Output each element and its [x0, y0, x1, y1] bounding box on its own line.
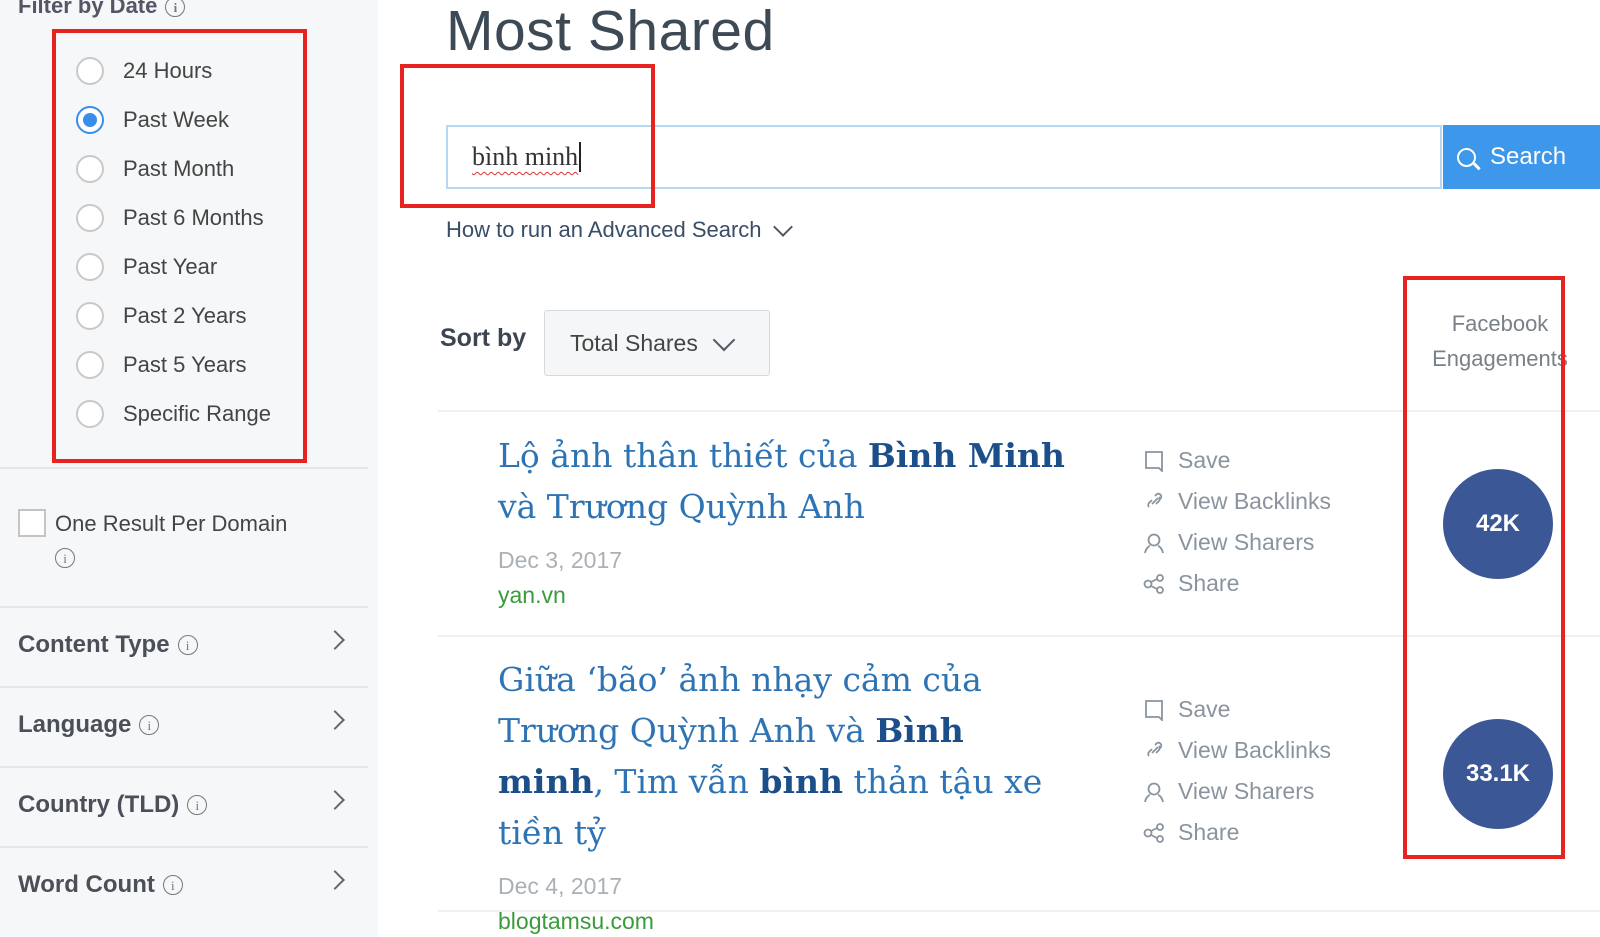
accordion-content-type[interactable]: Content Type i — [18, 625, 348, 665]
save-button[interactable]: Save — [1142, 440, 1331, 481]
divider — [438, 410, 1600, 412]
info-icon[interactable]: i — [139, 715, 160, 735]
result-actions: Save View Backlinks View Sharers Share — [1142, 689, 1331, 853]
date-option-past-month[interactable]: Past Month — [76, 144, 271, 193]
divider — [0, 686, 368, 688]
result-domain-link[interactable]: blogtamsu.com — [498, 908, 1078, 935]
user-icon — [1142, 780, 1166, 804]
divider — [438, 910, 1600, 912]
facebook-engagements-badge: 42K — [1443, 469, 1553, 579]
info-icon[interactable]: i — [187, 795, 208, 815]
chevron-down-icon — [772, 216, 793, 237]
radio-button[interactable] — [76, 252, 104, 281]
share-button[interactable]: Share — [1142, 812, 1331, 853]
result-item: Lộ ảnh thân thiết của Bình Minh và Trươn… — [498, 430, 1078, 609]
date-option-24-hours[interactable]: 24 Hours — [76, 46, 271, 95]
facebook-engagements-badge: 33.1K — [1443, 719, 1553, 829]
info-icon[interactable]: i — [162, 875, 183, 895]
date-option-past-5-years[interactable]: Past 5 Years — [76, 340, 271, 389]
view-backlinks-button[interactable]: View Backlinks — [1142, 481, 1331, 522]
divider — [438, 635, 1600, 637]
date-filter-options: 24 Hours Past Week Past Month Past 6 Mon… — [76, 46, 271, 438]
share-button[interactable]: Share — [1142, 563, 1331, 604]
radio-button-selected[interactable] — [76, 105, 104, 134]
radio-button[interactable] — [76, 399, 104, 428]
radio-button[interactable] — [76, 203, 104, 232]
result-title-link[interactable]: Lộ ảnh thân thiết của Bình Minh và Trươn… — [498, 430, 1078, 532]
sort-by-label: Sort by — [440, 324, 527, 352]
date-option-specific-range[interactable]: Specific Range — [76, 389, 271, 438]
search-button[interactable]: Search — [1443, 125, 1600, 189]
page-title: Most Shared — [446, 0, 775, 63]
facebook-engagements-header[interactable]: Facebook Engagements — [1420, 306, 1580, 376]
link-icon — [1142, 490, 1166, 514]
chevron-down-icon — [712, 328, 736, 351]
result-actions: Save View Backlinks View Sharers Share — [1142, 440, 1331, 604]
divider — [0, 467, 368, 469]
accordion-word-count[interactable]: Word Count i — [18, 865, 348, 905]
share-icon — [1142, 572, 1166, 596]
user-icon — [1142, 531, 1166, 555]
date-option-past-week[interactable]: Past Week — [76, 95, 271, 144]
one-result-per-domain[interactable]: One Result Per Domain i — [18, 509, 287, 573]
date-option-past-6-months[interactable]: Past 6 Months — [76, 193, 271, 242]
view-sharers-button[interactable]: View Sharers — [1142, 771, 1331, 812]
info-icon[interactable]: i — [165, 0, 186, 18]
sidebar: Filter by Date i 24 Hours Past Week Past … — [0, 0, 378, 937]
view-backlinks-button[interactable]: View Backlinks — [1142, 730, 1331, 771]
result-date: Dec 3, 2017 — [498, 547, 623, 573]
radio-button[interactable] — [76, 56, 104, 85]
result-domain-link[interactable]: yan.vn — [498, 582, 1078, 609]
link-icon — [1142, 739, 1166, 763]
search-icon — [1457, 147, 1476, 167]
search-input[interactable]: bình minh — [446, 125, 1442, 189]
radio-button[interactable] — [76, 301, 104, 330]
bookmark-icon — [1142, 449, 1166, 473]
info-icon[interactable]: i — [55, 548, 75, 569]
chevron-right-icon — [325, 870, 345, 890]
result-date: Dec 4, 2017 — [498, 873, 623, 899]
sort-select[interactable]: Total Shares — [544, 310, 770, 376]
accordion-language[interactable]: Language i — [18, 705, 348, 745]
result-title-link[interactable]: Giữa ‘bão’ ảnh nhạy cảm của Trương Quỳnh… — [498, 654, 1078, 858]
date-option-past-2-years[interactable]: Past 2 Years — [76, 291, 271, 340]
bookmark-icon — [1142, 698, 1166, 722]
date-option-past-year[interactable]: Past Year — [76, 242, 271, 291]
accordion-country-tld[interactable]: Country (TLD) i — [18, 785, 348, 825]
view-sharers-button[interactable]: View Sharers — [1142, 522, 1331, 563]
share-icon — [1142, 821, 1166, 845]
filter-by-date-title: Filter by Date i — [18, 0, 186, 19]
advanced-search-link[interactable]: How to run an Advanced Search — [446, 216, 793, 243]
text-caret — [579, 142, 582, 172]
chevron-right-icon — [325, 710, 345, 730]
result-item: Giữa ‘bão’ ảnh nhạy cảm của Trương Quỳnh… — [498, 654, 1078, 935]
save-button[interactable]: Save — [1142, 689, 1331, 730]
divider — [0, 766, 368, 768]
checkbox[interactable] — [18, 509, 46, 537]
divider — [0, 846, 368, 848]
radio-button[interactable] — [76, 154, 104, 183]
radio-button[interactable] — [76, 350, 104, 379]
info-icon[interactable]: i — [177, 635, 198, 655]
chevron-right-icon — [325, 790, 345, 810]
divider — [0, 606, 368, 608]
chevron-right-icon — [325, 630, 345, 650]
